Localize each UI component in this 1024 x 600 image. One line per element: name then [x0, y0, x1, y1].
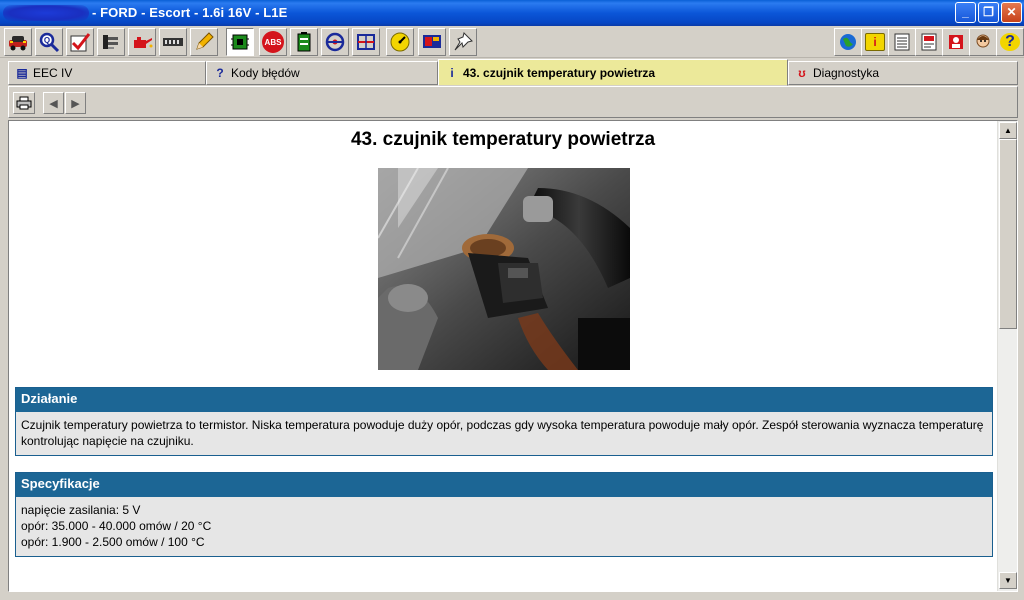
tab-label: Diagnostyka [813, 66, 880, 80]
window-title: - FORD - Escort - 1.6i 16V - L1E [92, 5, 288, 20]
scroll-up-button[interactable]: ▲ [999, 122, 1017, 139]
scroll-down-button[interactable]: ▼ [999, 572, 1017, 589]
gauge-button[interactable] [386, 28, 414, 56]
notes-icon [894, 33, 910, 51]
edit-button[interactable] [190, 28, 218, 56]
section-heading: Specyfikacje [16, 473, 992, 497]
help-button[interactable]: ? [996, 28, 1024, 56]
globe-icon [840, 34, 856, 50]
arrow-up-icon: ▲ [1004, 126, 1012, 135]
person-icon [949, 35, 963, 49]
section-specyfikacje: Specyfikacje napięcie zasilania: 5 V opó… [15, 472, 993, 557]
maximize-icon: ❐ [983, 5, 994, 19]
pin-icon [454, 32, 473, 51]
page-toolbar: ◀ ▶ [8, 86, 1018, 118]
notes-button[interactable] [888, 28, 916, 56]
ecu-button[interactable] [226, 28, 254, 56]
info-button[interactable]: i [861, 28, 889, 56]
document-icon [921, 33, 937, 51]
display-icon [423, 35, 441, 48]
tab-label: 43. czujnik temperatury powietrza [463, 65, 656, 80]
spec-line: napięcie zasilania: 5 V [21, 503, 141, 517]
abs-button[interactable]: ABS [259, 28, 287, 56]
connector-button[interactable] [97, 28, 125, 56]
document-button[interactable] [915, 28, 943, 56]
info-icon: i [865, 33, 885, 51]
scroll-thumb[interactable] [999, 139, 1017, 329]
tab-diagnostyka[interactable]: ʊ Diagnostyka [788, 61, 1018, 85]
print-button[interactable] [13, 92, 35, 114]
section-body: napięcie zasilania: 5 V opór: 35.000 - 4… [16, 497, 992, 556]
oil-can-icon [134, 37, 153, 48]
description-text: Czujnik temperatury powietrza to termist… [21, 418, 984, 448]
content-panel[interactable]: 43. czujnik temperatury powietrza Działa… [8, 120, 1018, 592]
steering-button[interactable] [321, 28, 349, 56]
question-icon: ? [216, 66, 224, 80]
close-button[interactable]: ✕ [1001, 2, 1022, 23]
minimize-button[interactable]: _ [955, 2, 976, 23]
tab-label: Kody błędów [231, 66, 300, 80]
schematic-button[interactable] [352, 28, 380, 56]
display-button[interactable] [418, 28, 446, 56]
tab-czujnik-temperatury[interactable]: i 43. czujnik temperatury powietrza [438, 59, 788, 86]
stethoscope-icon: ʊ [798, 66, 806, 80]
user-avatar-icon [976, 34, 990, 48]
main-toolbar: Q ABS i ? [0, 26, 1024, 58]
schematic-icon [357, 34, 375, 50]
page-title: 43. czujnik temperatury powietrza [350, 129, 656, 150]
back-button[interactable]: ◀ [43, 92, 64, 114]
section-dzialanie: Działanie Czujnik temperatury powietrza … [15, 387, 993, 456]
checkmark-icon [70, 33, 91, 52]
arrow-right-icon: ▶ [71, 97, 80, 110]
search-button[interactable]: Q [35, 28, 63, 56]
magnifier-icon: Q [39, 32, 60, 53]
pin-button[interactable] [449, 28, 477, 56]
steering-icon [325, 32, 345, 52]
battery-icon [297, 32, 311, 52]
pencil-icon [196, 32, 214, 50]
oil-button[interactable] [128, 28, 156, 56]
info-icon: i [450, 65, 454, 80]
arrow-down-icon: ▼ [1004, 576, 1012, 585]
tab-eec-iv[interactable]: ▤ EEC IV [8, 61, 206, 85]
maximize-button[interactable]: ❐ [978, 2, 999, 23]
checklist-button[interactable] [66, 28, 94, 56]
arrow-left-icon: ◀ [49, 97, 58, 110]
abs-icon: ABS [262, 31, 284, 53]
gauge-icon [390, 32, 410, 52]
wiring-button[interactable] [159, 28, 187, 56]
section-heading: Działanie [16, 388, 992, 412]
battery-button[interactable] [290, 28, 318, 56]
vertical-scrollbar[interactable]: ▲ ▼ [997, 121, 1017, 591]
tab-kody-bledow[interactable]: ? Kody błędów [206, 61, 438, 85]
title-bar[interactable]: - FORD - Escort - 1.6i 16V - L1E _ ❐ ✕ [0, 0, 1024, 26]
plug-icon [103, 35, 118, 49]
tab-strip: ▤ EEC IV ? Kody błędów i 43. czujnik tem… [0, 58, 1024, 86]
car-icon [9, 36, 27, 51]
minimize-icon: _ [962, 5, 969, 19]
section-body: Czujnik temperatury powietrza to termist… [16, 412, 992, 455]
globe-button[interactable] [834, 28, 862, 56]
schematic-icon: ▤ [16, 66, 28, 80]
sensor-photo [378, 168, 630, 370]
chip-icon [231, 34, 249, 50]
document-view: 43. czujnik temperatury powietrza Działa… [9, 121, 997, 591]
connector-icon [163, 38, 183, 46]
forward-button[interactable]: ▶ [65, 92, 86, 114]
printer-icon [16, 96, 32, 110]
user-button[interactable] [969, 28, 997, 56]
tab-label: EEC IV [33, 66, 73, 80]
vehicle-button[interactable] [4, 28, 32, 56]
spec-line: opór: 1.900 - 2.500 omów / 100 °C [21, 535, 205, 549]
close-icon: ✕ [1006, 5, 1017, 19]
svg-text:Q: Q [44, 36, 50, 45]
help-icon: ? [1000, 33, 1020, 51]
spec-line: opór: 35.000 - 40.000 omów / 20 °C [21, 519, 212, 533]
person-button[interactable] [942, 28, 970, 56]
app-logo-blob [3, 5, 89, 21]
